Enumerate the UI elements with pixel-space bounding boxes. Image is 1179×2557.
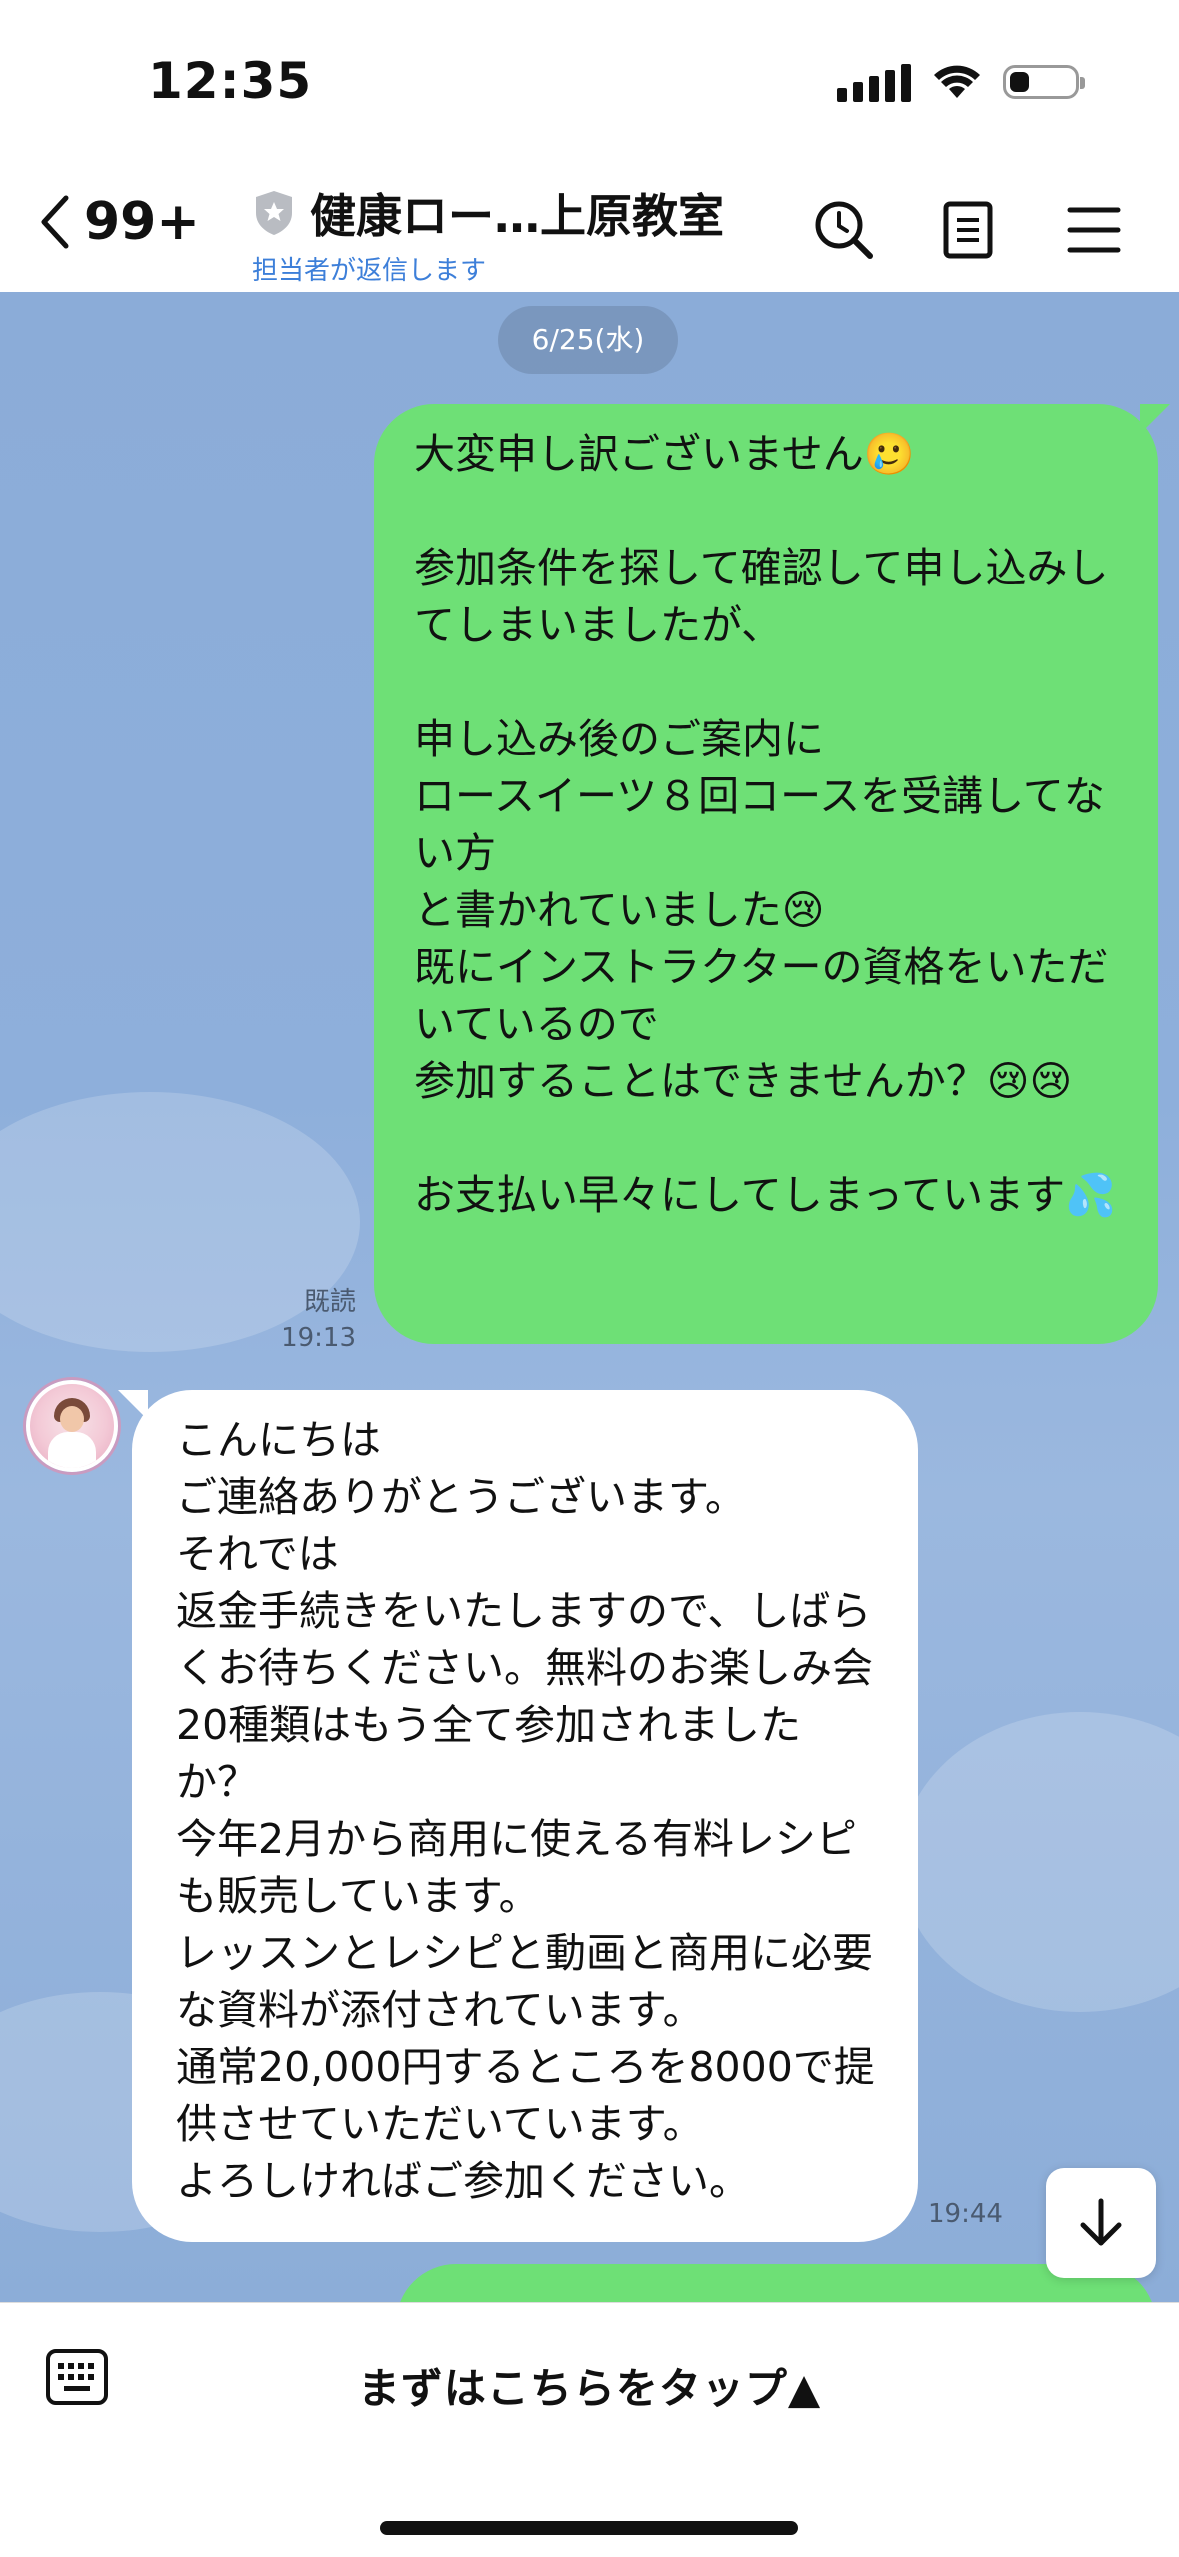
scroll-down-icon xyxy=(1080,2198,1122,2246)
notes-icon[interactable] xyxy=(940,198,996,262)
status-icons xyxy=(837,62,1085,102)
status-time: 12:35 xyxy=(148,52,313,110)
rich-menu-bar: まずはこちらをタップ▲ xyxy=(0,2302,1179,2557)
avatar[interactable] xyxy=(26,1380,118,1472)
date-separator: 6/25(水) xyxy=(498,306,678,374)
chat-area[interactable]: 6/25(水) 大変申し訳ございません🥲 参加条件を探して確認して申し込みしてし… xyxy=(0,292,1179,2302)
scroll-to-bottom-button[interactable] xyxy=(1046,2168,1156,2278)
chat-title: 健康ロー…上原教室 xyxy=(310,189,724,243)
battery-fill xyxy=(1010,72,1029,92)
wifi-icon xyxy=(934,65,980,98)
incoming-timestamp: 19:44 xyxy=(928,2199,1003,2229)
outgoing-message[interactable]: 大変申し訳ございません🥲 参加条件を探して確認して申し込みしてしまいましたが、 … xyxy=(374,404,1158,1344)
battery-icon xyxy=(1003,65,1085,99)
chat-subtitle: 担当者が返信します xyxy=(252,256,487,286)
unread-count: 99+ xyxy=(84,192,200,252)
shield-icon xyxy=(256,191,292,235)
message-meta-outgoing: 既読 19:13 xyxy=(240,1284,356,1356)
home-indicator xyxy=(380,2521,798,2535)
background-cloud xyxy=(900,1712,1179,2012)
outgoing-timestamp: 19:13 xyxy=(281,1323,356,1353)
back-button[interactable]: 99+ xyxy=(36,192,200,252)
read-receipt: 既読 xyxy=(303,1287,356,1317)
chat-header: 99+ 健康ロー…上原教室 担当者が返信します xyxy=(0,170,1179,292)
search-icon[interactable] xyxy=(812,198,876,262)
cellular-signal-icon xyxy=(837,62,911,102)
incoming-message[interactable]: こんにちは ご連絡ありがとうございます。 それでは 返金手続きをいたしますので、… xyxy=(132,1390,918,2242)
rich-menu-toggle[interactable]: まずはこちらをタップ▲ xyxy=(0,2355,1179,2416)
outgoing-message-partial[interactable] xyxy=(396,2264,1156,2302)
chat-title-area[interactable]: 健康ロー…上原教室 担当者が返信します xyxy=(252,180,724,287)
status-bar: 12:35 xyxy=(0,0,1179,170)
back-chevron-icon xyxy=(41,195,69,249)
menu-icon[interactable] xyxy=(1066,198,1122,262)
